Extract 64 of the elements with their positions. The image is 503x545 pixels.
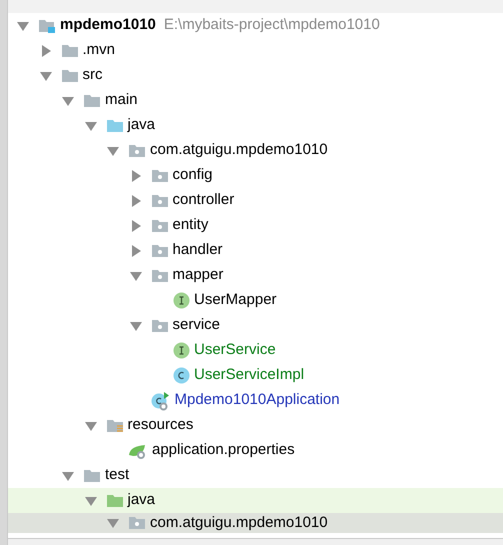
package-folder-icon [150, 318, 168, 334]
tree-label: application.properties [152, 440, 295, 460]
tree-row[interactable]: UserMapper [8, 288, 503, 313]
tree-label: config [172, 165, 213, 186]
tree-label: UserMapper [194, 290, 277, 310]
tree-label: controller [172, 190, 234, 210]
package-folder-icon [128, 515, 146, 531]
tree-label: handler [172, 240, 223, 260]
folder-icon [83, 468, 101, 484]
tree-row[interactable]: application.properties [8, 438, 503, 463]
module-folder-icon [38, 18, 56, 34]
tree-row[interactable]: com.atguigu.mpdemo1010 [8, 138, 503, 163]
tree-label: com.atguigu.mpdemo1010 [150, 512, 328, 533]
tree-label: main [105, 90, 138, 110]
folder-icon [60, 68, 78, 84]
tree-row[interactable]: Mpdemo1010Application [8, 388, 503, 413]
tree-row[interactable]: mpdemo1010 E:\mybaits-project\mpdemo1010 [8, 13, 503, 38]
tree-label: java [128, 490, 156, 510]
tree-label: entity [172, 215, 208, 236]
tree-row[interactable]: src [8, 63, 503, 88]
interface-icon [173, 292, 190, 309]
tree-row[interactable]: mapper [8, 263, 503, 288]
folder-icon [83, 92, 101, 108]
tree-row[interactable]: resources [8, 413, 503, 438]
tree-row[interactable]: java [8, 113, 503, 138]
tree-row[interactable]: main [8, 88, 503, 113]
interface-icon [173, 342, 190, 359]
tree-label: Mpdemo1010Application [174, 390, 340, 410]
expand-arrow-icon[interactable] [106, 516, 120, 530]
tree-label: service [172, 315, 220, 336]
tree-row[interactable]: controller [8, 188, 503, 213]
package-folder-icon [150, 192, 168, 208]
folder-icon [60, 42, 78, 58]
tree-label: src [82, 65, 102, 86]
package-folder-icon [150, 218, 168, 234]
tree-label: java [128, 115, 156, 136]
tree-row[interactable]: java [8, 488, 503, 513]
tree-label: .mvn [82, 40, 116, 60]
tree-row[interactable]: handler [8, 238, 503, 263]
tree-label: UserServiceImpl [194, 365, 304, 386]
tree-row[interactable]: test [8, 463, 503, 488]
tree-row[interactable]: entity [8, 213, 503, 238]
folder-icon [106, 118, 124, 134]
module-path: E:\mybaits-project\mpdemo1010 [164, 15, 380, 36]
tree-label: mapper [172, 265, 224, 286]
run-class-icon [150, 390, 170, 410]
package-folder-icon [150, 242, 168, 258]
tree-label: test [105, 465, 130, 486]
tree-row[interactable]: service [8, 313, 503, 338]
tree-row[interactable]: UserServiceImpl [8, 363, 503, 388]
tree-row[interactable]: com.atguigu.mpdemo1010 [8, 513, 503, 533]
tree-row[interactable]: UserService [8, 338, 503, 363]
tree-label: resources [128, 415, 194, 436]
tree-label: com.atguigu.mpdemo1010 [150, 140, 328, 160]
tree-row[interactable]: .mvn [8, 38, 503, 63]
tree-row[interactable]: config [8, 163, 503, 188]
folder-icon [106, 492, 124, 508]
tree-label: UserService [194, 340, 276, 360]
class-icon [173, 367, 190, 384]
tree-label: mpdemo1010 [60, 15, 156, 36]
package-folder-icon [150, 268, 168, 284]
package-folder-icon [128, 142, 146, 158]
resources-folder-icon [106, 418, 124, 434]
package-folder-icon [150, 168, 168, 184]
